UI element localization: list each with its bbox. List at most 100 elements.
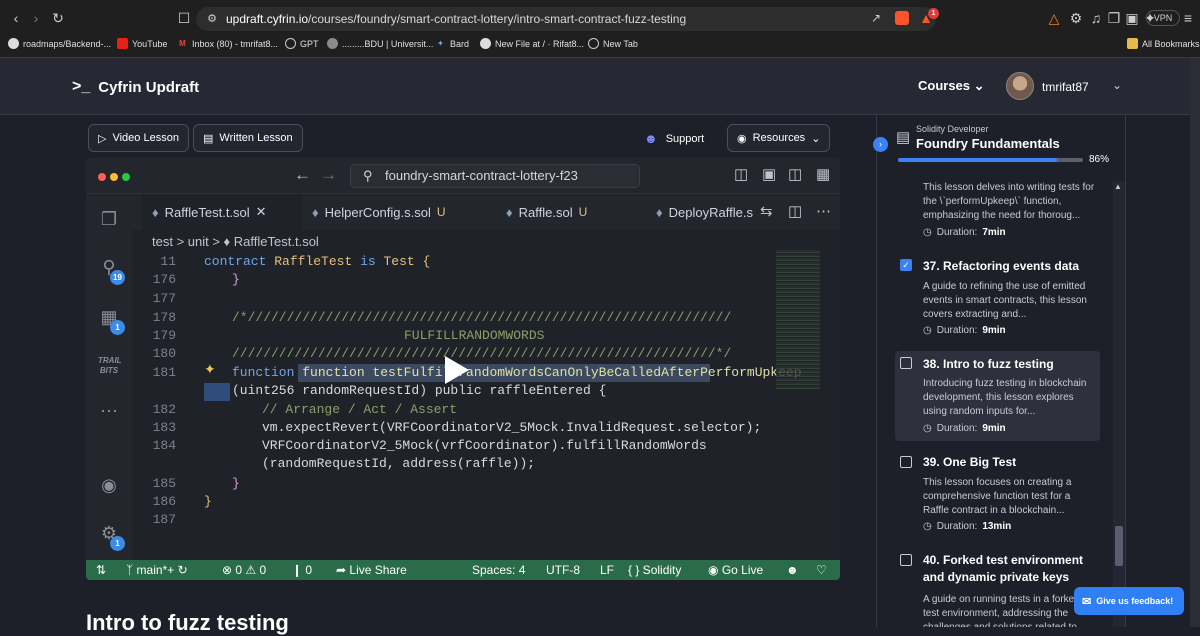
clock-icon: ◷: [923, 227, 932, 238]
code-line: /*//////////////////////////////////////…: [232, 310, 732, 325]
bookmark-item[interactable]: ✦ Bard: [435, 38, 469, 49]
broadcast-icon: ❙: [292, 563, 303, 577]
lesson-title[interactable]: 39. One Big Test: [923, 454, 1099, 471]
line-number: 180: [152, 346, 176, 361]
code-line: }: [232, 476, 240, 491]
lesson-duration: ◷ Duration: 9min: [923, 325, 1006, 336]
lesson-title[interactable]: 40. Forked test environment and dynamic …: [923, 552, 1099, 586]
notifications-icon: ♡: [816, 563, 827, 577]
music-icon[interactable]: ♫: [1086, 8, 1106, 28]
panel-toggle-icon: ▣: [762, 166, 777, 183]
code-line: contract RaffleTest is Test {: [204, 254, 431, 269]
tab-raffle: ♦ Raffle.sol U: [506, 204, 588, 220]
minimize-dot: [110, 173, 118, 181]
line-number: 179: [152, 328, 176, 343]
remote-icon: ⇅: [96, 563, 107, 577]
right-gutter: [1126, 115, 1200, 627]
avatar[interactable]: [1006, 72, 1034, 100]
site-info-icon[interactable]: ⚙: [202, 8, 222, 28]
editor-tabs: ♦ RaffleTest.t.sol ✕ ♦ HelperConfig.s.sol U …: [132, 194, 840, 230]
openai-icon: [285, 38, 296, 49]
go-live-status: ◉ Go Live: [708, 563, 764, 577]
lesson-description: This lesson focuses on creating a compre…: [923, 477, 1072, 516]
lesson-checkbox[interactable]: [900, 554, 912, 566]
go-live-icon: ◉: [708, 563, 719, 577]
line-number: 184: [152, 438, 176, 453]
wallet-icon[interactable]: ▣: [1122, 8, 1142, 28]
menu-icon[interactable]: ≡: [1178, 8, 1198, 28]
video-lesson-button[interactable]: ▷ Video Lesson: [88, 124, 189, 152]
course-subtitle: Solidity Developer: [916, 124, 989, 134]
code-line: function function testFulfillrandomWords…: [232, 365, 802, 380]
lesson-description: Introducing fuzz testing in blockchain d…: [923, 378, 1087, 417]
arrow-right-icon: →: [320, 165, 337, 184]
collapse-sidebar-button[interactable]: ›: [873, 137, 888, 152]
lesson-title[interactable]: 37. Refactoring events data: [923, 258, 1099, 275]
solidity-icon: ♦: [312, 204, 319, 220]
courses-menu-button[interactable]: Courses ⌄: [918, 78, 985, 94]
tab-rafflefile: ♦ RaffleTest.t.sol ✕: [142, 194, 302, 230]
tab-deployraffle: ♦ DeployRaffle.s: [656, 204, 753, 220]
breadcrumb: test > unit > ♦ RaffleTest.t.sol: [152, 234, 319, 249]
lesson-checkbox[interactable]: [900, 357, 912, 369]
github-icon: ◉: [737, 132, 747, 145]
reload-icon[interactable]: ↻: [48, 8, 68, 28]
page-title: Intro to fuzz testing: [86, 610, 289, 635]
play-icon[interactable]: [437, 352, 473, 388]
bookmark-item[interactable]: New Tab: [588, 38, 638, 49]
ports-status: ❙ 0: [292, 563, 313, 577]
extensions-icon[interactable]: ⚙: [1066, 8, 1086, 28]
extensions-badge: 1: [110, 320, 125, 335]
username[interactable]: tmrifat87: [1042, 80, 1089, 94]
course-title: Foundry Fundamentals: [916, 136, 1060, 151]
bookmark-item[interactable]: YouTube: [117, 38, 167, 49]
bookmark-item[interactable]: .........BDU | Universit...: [327, 38, 433, 49]
lesson-title[interactable]: 38. Intro to fuzz testing: [923, 356, 1099, 373]
lesson-duration: ◷ Duration: 13min: [923, 521, 1012, 532]
branch-status: ᛉ main*+ ↻: [126, 563, 188, 577]
folder-icon: [1127, 38, 1138, 49]
brave-shield-icon[interactable]: [892, 8, 912, 28]
code-line: FULFILLRANDOMWORDS: [404, 328, 545, 343]
minimap: [776, 250, 820, 390]
site-logo[interactable]: >_ Cyfrin Updraft: [72, 78, 199, 96]
written-lesson-button[interactable]: ▤ Written Lesson: [193, 124, 303, 152]
bookmark-item[interactable]: M Inbox (80) - tmrifat8...: [177, 38, 278, 49]
chat-icon: ✉: [1082, 595, 1092, 608]
solidity-icon: ♦: [506, 204, 513, 220]
sparkle-icon: ✦: [204, 361, 216, 377]
github-icon: [8, 38, 19, 49]
feedback-button[interactable]: ✉ Give us feedback!: [1074, 587, 1184, 615]
bookmark-icon[interactable]: ☐: [174, 8, 194, 28]
github-icon: [480, 38, 491, 49]
url-text[interactable]: updraft.cyfrin.io/courses/foundry/smart-…: [226, 12, 686, 26]
bookmark-item[interactable]: GPT: [285, 38, 319, 49]
live-share-status: ➦ Live Share: [336, 563, 407, 577]
bookmark-item[interactable]: New File at / · Rifat8...: [480, 38, 584, 49]
scroll-up-icon[interactable]: ▲: [1114, 182, 1122, 191]
metamask-icon[interactable]: △: [1044, 8, 1064, 28]
live-share-icon: ➦: [336, 563, 347, 577]
back-icon[interactable]: ‹: [6, 8, 26, 28]
bookmark-item[interactable]: roadmaps/Backend-...: [8, 38, 111, 49]
support-button[interactable]: ☻ Support: [644, 131, 704, 146]
share-icon[interactable]: ↗: [866, 8, 886, 28]
chevron-down-icon[interactable]: ⌄: [1112, 78, 1122, 92]
resources-button[interactable]: ◉ Resources ⌄: [727, 124, 831, 152]
chevron-down-icon: ⌄: [811, 132, 821, 145]
sidebar-scroll-thumb[interactable]: [1115, 526, 1123, 566]
lesson-checkbox[interactable]: [900, 456, 912, 468]
line-number: 183: [152, 420, 176, 435]
selection-highlight: [204, 383, 230, 401]
clock-icon: ◷: [923, 521, 932, 532]
page-scrollbar[interactable]: [1190, 58, 1200, 627]
lesson-checkbox[interactable]: ✓: [900, 259, 912, 271]
maximize-dot: [122, 173, 130, 181]
copy-icon[interactable]: ❐: [1104, 8, 1124, 28]
vpn-button[interactable]: VPN: [1146, 10, 1180, 26]
discord-icon: ☻: [644, 131, 658, 146]
youtube-icon: [117, 38, 128, 49]
forward-icon[interactable]: ›: [26, 8, 46, 28]
branch-icon: ᛉ: [126, 563, 134, 577]
all-bookmarks[interactable]: All Bookmarks: [1127, 38, 1200, 49]
